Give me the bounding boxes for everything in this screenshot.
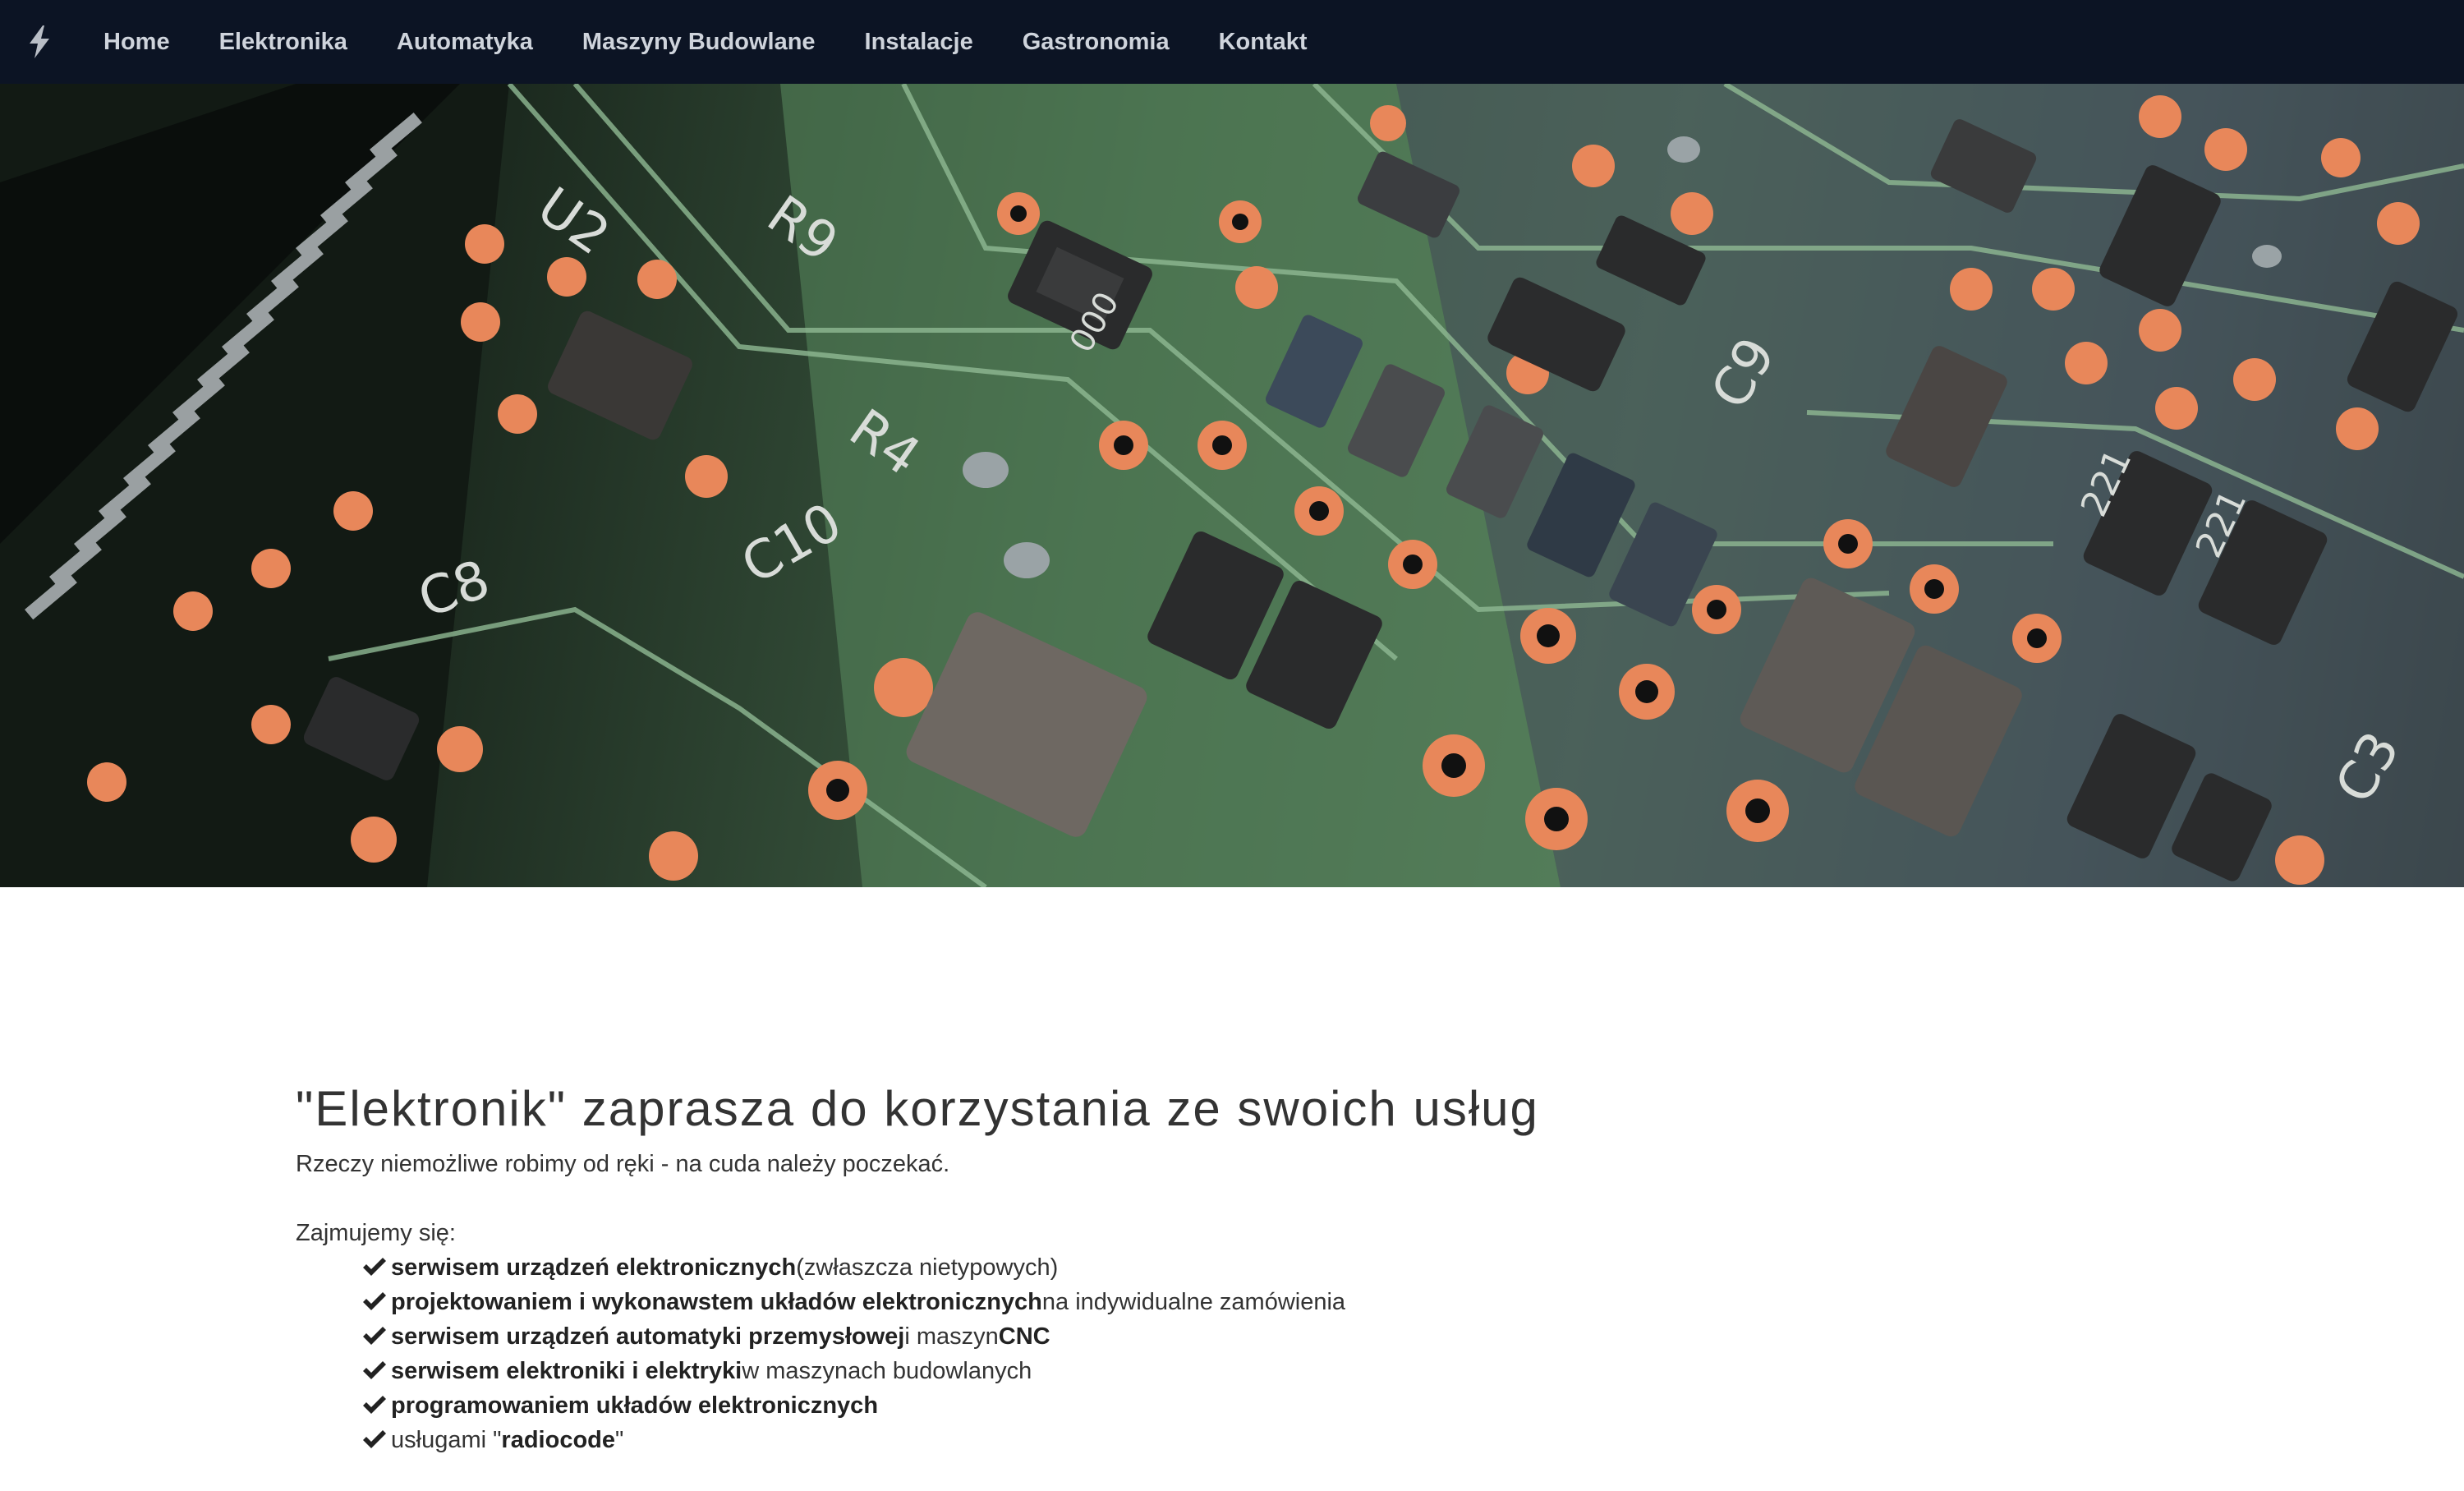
hero-banner-image: U2 R9 R4 C10 C8 C9 221 221 C3 000 [0,84,2464,887]
nav-gastronomia[interactable]: Gastronomia [998,0,1194,84]
brand-logo[interactable] [0,0,79,84]
nav-maszyny-budowlane[interactable]: Maszyny Budowlane [558,0,840,84]
tagline: Rzeczy niemożliwe robimy od ręki - na cu… [296,1151,950,1177]
checkmark-icon [363,1327,386,1345]
service-text: (zwłaszcza nietypowych) [796,1254,1059,1281]
svg-text:U2: U2 [526,176,620,267]
services-list: serwisem urządzeń elektronicznych (zwłas… [296,1250,2168,1457]
main-content: "Elektronik" zaprasza do korzystania ze … [296,1076,2168,1457]
nav-kontakt[interactable]: Kontakt [1194,0,1332,84]
services-intro: Zajmujemy się: [296,1220,456,1246]
circuit-board-illustration: U2 R9 R4 C10 C8 C9 221 221 C3 000 [0,84,2464,887]
checkmark-icon [363,1396,386,1414]
service-text: usługami " [391,1427,502,1453]
service-bold-text: serwisem elektroniki i elektryki [391,1358,742,1384]
service-bold-text: programowaniem układów elektronicznych [391,1392,879,1419]
checkmark-icon [363,1361,386,1379]
service-bold-text: radiocode [501,1427,616,1453]
checkmark-icon [363,1258,386,1276]
service-text: " [615,1427,624,1453]
list-item: serwisem urządzeń automatyki przemysłowe… [361,1319,2168,1354]
checkmark-icon [363,1430,386,1448]
nav-menu: Home Elektronika Automatyka Maszyny Budo… [79,0,1332,84]
nav-automatyka[interactable]: Automatyka [372,0,558,84]
service-bold-text: projektowaniem i wykonawstem układów ele… [391,1289,1042,1315]
service-bold-text: serwisem urządzeń automatyki przemysłowe… [391,1323,905,1350]
nav-instalacje[interactable]: Instalacje [840,0,998,84]
list-item: serwisem urządzeń elektronicznych (zwłas… [361,1250,2168,1285]
service-text: na indywidualne zamówienia [1041,1289,1346,1315]
lightning-bolt-icon [30,25,49,58]
nav-home[interactable]: Home [79,0,195,84]
nav-elektronika[interactable]: Elektronika [195,0,372,84]
service-bold-text: serwisem urządzeń elektronicznych [391,1254,797,1281]
service-text: w maszynach budowlanych [742,1358,1032,1384]
page-headline: "Elektronik" zaprasza do korzystania ze … [296,1081,1539,1136]
service-bold-text: CNC [998,1323,1050,1350]
list-item: projektowaniem i wykonawstem układów ele… [361,1285,2168,1319]
list-item: programowaniem układów elektronicznych [361,1388,2168,1423]
checkmark-icon [363,1292,386,1310]
list-item: usługami " radiocode " [361,1423,2168,1457]
list-item: serwisem elektroniki i elektryki w maszy… [361,1354,2168,1388]
top-navbar: Home Elektronika Automatyka Maszyny Budo… [0,0,2464,84]
service-text: i maszyn [904,1323,999,1350]
